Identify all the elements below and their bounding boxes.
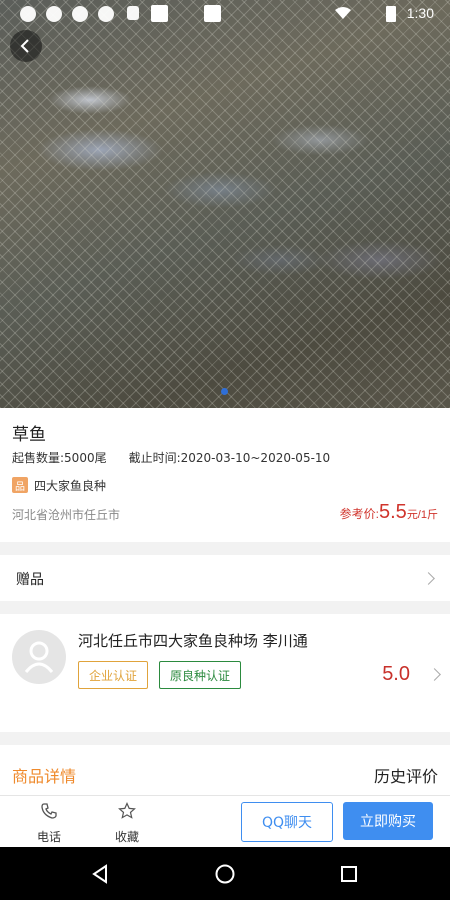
- shield-icon: [127, 6, 139, 20]
- bottom-action-bar: 电话 收藏 QQ聊天 立即购买: [0, 795, 450, 848]
- app-notification-icon: [20, 6, 36, 22]
- status-time: 1:30: [406, 5, 434, 21]
- product-title: 草鱼: [12, 425, 46, 445]
- phone-icon: [41, 803, 57, 819]
- app-notification-icon: [151, 5, 168, 22]
- buy-now-button[interactable]: 立即购买: [343, 802, 433, 840]
- category-tag-text: 四大家鱼良种: [34, 478, 107, 493]
- seller-name: 河北任丘市四大家鱼良种场 李川通: [78, 632, 308, 650]
- seller-rating: 5.0: [382, 663, 410, 685]
- phone-label: 电话: [36, 830, 61, 844]
- tab-product-details[interactable]: 商品详情: [12, 763, 76, 787]
- app-notification-icon: [204, 5, 221, 22]
- star-icon: [118, 802, 136, 819]
- carousel-indicator: [221, 388, 228, 395]
- wifi-icon: [335, 7, 351, 19]
- app-notification-icon: [98, 6, 114, 22]
- deadline-value: 2020-03-10~2020-05-10: [180, 451, 331, 465]
- favorite-label: 收藏: [114, 830, 139, 844]
- price-unit: 元/1斤: [406, 509, 438, 521]
- category-tag-icon: 品: [12, 477, 28, 493]
- min-qty-label: 起售数量:: [12, 451, 65, 465]
- phone-button[interactable]: 电话: [19, 802, 79, 845]
- home-circle-icon[interactable]: [214, 863, 236, 885]
- system-nav-bar: [0, 847, 450, 900]
- chevron-right-icon: [422, 572, 435, 585]
- battery-icon: [386, 6, 396, 22]
- status-bar: 1:30: [0, 0, 450, 28]
- net-texture: [0, 0, 450, 408]
- product-location: 河北省沧州市任丘市: [12, 508, 121, 522]
- avatar: [12, 630, 66, 684]
- app-notification-icon: [72, 6, 88, 22]
- gift-row[interactable]: 赠品: [0, 555, 450, 601]
- deadline-label: 截止时间:: [128, 451, 181, 465]
- user-icon: [24, 641, 54, 673]
- price-value: 5.5: [379, 501, 407, 523]
- qq-chat-button[interactable]: QQ聊天: [241, 802, 333, 842]
- seller-card[interactable]: 河北任丘市四大家鱼良种场 李川通 企业认证 原良种认证 5.0: [0, 614, 450, 732]
- reference-price: 参考价:5.5元/1斤: [340, 501, 438, 524]
- breed-cert-badge: 原良种认证: [159, 661, 242, 689]
- favorite-button[interactable]: 收藏: [97, 802, 157, 845]
- product-meta: 起售数量:5000尾 截止时间:2020-03-10~2020-05-10: [12, 449, 330, 466]
- product-info-card: 草鱼 起售数量:5000尾 截止时间:2020-03-10~2020-05-10 …: [0, 408, 450, 542]
- chevron-right-icon: [428, 668, 441, 681]
- back-icon: [20, 39, 29, 53]
- app-notification-icon: [46, 6, 62, 22]
- detail-tabs: 商品详情 历史评价: [0, 745, 450, 795]
- product-image[interactable]: 1:30: [0, 0, 450, 408]
- gift-label: 赠品: [16, 572, 44, 588]
- back-button[interactable]: [10, 30, 42, 62]
- recents-square-icon[interactable]: [340, 865, 358, 883]
- back-triangle-icon[interactable]: [91, 864, 109, 884]
- price-label: 参考价:: [339, 507, 379, 521]
- enterprise-cert-badge: 企业认证: [78, 661, 149, 689]
- category-tag: 品 四大家鱼良种: [12, 476, 106, 494]
- min-qty-value: 5000尾: [64, 451, 107, 465]
- tab-review-history[interactable]: 历史评价: [374, 763, 438, 787]
